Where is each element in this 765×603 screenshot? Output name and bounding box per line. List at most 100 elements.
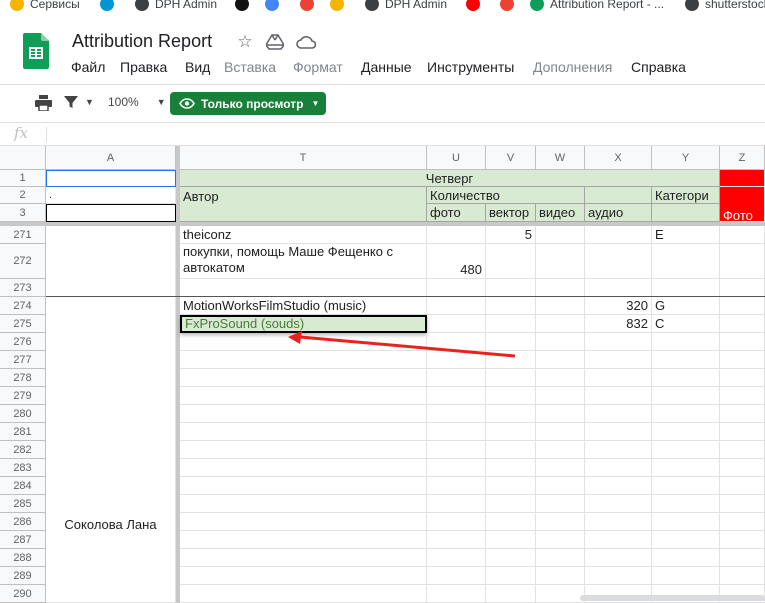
cell-t275[interactable]: FxProSound (souds) (180, 315, 427, 333)
cell-u287[interactable] (427, 531, 486, 549)
cell-y282[interactable] (652, 441, 720, 459)
cell-t287[interactable] (180, 531, 427, 549)
cell-z277[interactable] (720, 351, 765, 369)
column-header-t[interactable]: T (180, 146, 427, 170)
cell-z279[interactable] (720, 387, 765, 405)
cell-w287[interactable] (536, 531, 585, 549)
cell-x287[interactable] (585, 531, 652, 549)
row-header-1[interactable]: 1 (0, 170, 46, 187)
cell-z280[interactable] (720, 405, 765, 423)
cell-u283[interactable] (427, 459, 486, 477)
cell-z287[interactable] (720, 531, 765, 549)
cell-w271[interactable] (536, 226, 585, 244)
cell-v283[interactable] (486, 459, 536, 477)
header-day-cell[interactable]: Четверг (180, 170, 720, 187)
cell-v290[interactable] (486, 585, 536, 603)
menu-item-3[interactable]: Вставка (224, 59, 276, 75)
header-audio-cell[interactable]: аудио (585, 204, 652, 222)
cell-z271[interactable] (720, 226, 765, 244)
cell-v287[interactable] (486, 531, 536, 549)
menu-item-6[interactable]: Инструменты (427, 59, 514, 75)
cell-u276[interactable] (427, 333, 486, 351)
cell-z1[interactable] (720, 170, 765, 187)
cell-x274[interactable]: 320 (585, 297, 652, 315)
column-header-a[interactable]: A (46, 146, 176, 170)
row-header-290[interactable]: 290 (0, 585, 46, 603)
header-quantity-cell[interactable]: Количество (427, 187, 585, 204)
cell-v280[interactable] (486, 405, 536, 423)
cell-x280[interactable] (585, 405, 652, 423)
row-header-280[interactable]: 280 (0, 405, 46, 423)
cell-t285[interactable] (180, 495, 427, 513)
cell-v277[interactable] (486, 351, 536, 369)
cell-v288[interactable] (486, 549, 536, 567)
bookmark-item[interactable]: DPH Admin (365, 0, 447, 12)
row-header-282[interactable]: 282 (0, 441, 46, 459)
cell-y283[interactable] (652, 459, 720, 477)
header-vector-cell[interactable]: вектор (486, 204, 536, 222)
cell-t273[interactable] (180, 279, 427, 297)
cell-y277[interactable] (652, 351, 720, 369)
column-header-x[interactable]: X (585, 146, 652, 170)
merged-cell-a274[interactable]: Соколова Лана (46, 297, 176, 603)
menu-item-8[interactable]: Справка (631, 59, 686, 75)
bookmark-item[interactable] (100, 0, 120, 12)
header-photo-cell[interactable]: фото (427, 204, 486, 222)
cell-u284[interactable] (427, 477, 486, 495)
cell-w272[interactable] (536, 244, 585, 279)
cell-u278[interactable] (427, 369, 486, 387)
cell-t289[interactable] (180, 567, 427, 585)
cell-x271[interactable] (585, 226, 652, 244)
column-header-w[interactable]: W (536, 146, 585, 170)
cell-z274[interactable] (720, 297, 765, 315)
cell-t276[interactable] (180, 333, 427, 351)
cell-a2[interactable]: . (46, 187, 176, 204)
cell-t281[interactable] (180, 423, 427, 441)
cell-y279[interactable] (652, 387, 720, 405)
cell-z281[interactable] (720, 423, 765, 441)
cell-x285[interactable] (585, 495, 652, 513)
drive-icon[interactable] (265, 33, 285, 51)
cell-y288[interactable] (652, 549, 720, 567)
cell-w274[interactable] (536, 297, 585, 315)
cell-w286[interactable] (536, 513, 585, 531)
row-header-278[interactable]: 278 (0, 369, 46, 387)
cell-x283[interactable] (585, 459, 652, 477)
cell-t290[interactable] (180, 585, 427, 603)
cell-y278[interactable] (652, 369, 720, 387)
cell-t277[interactable] (180, 351, 427, 369)
cell-w276[interactable] (536, 333, 585, 351)
menu-item-0[interactable]: Файл (71, 59, 105, 75)
cell-w288[interactable] (536, 549, 585, 567)
cell-v274[interactable] (486, 297, 536, 315)
cell-y272[interactable] (652, 244, 720, 279)
row-header-275[interactable]: 275 (0, 315, 46, 333)
cloud-status-icon[interactable] (296, 33, 316, 51)
row-header-273[interactable]: 273 (0, 279, 46, 297)
row-header-288[interactable]: 288 (0, 549, 46, 567)
row-header-3[interactable]: 3 (0, 204, 46, 222)
select-all-corner[interactable] (0, 146, 46, 170)
row-header-2[interactable]: 2 (0, 187, 46, 204)
bookmark-item[interactable] (235, 0, 255, 12)
bookmark-item[interactable]: Attribution Report - ... (530, 0, 664, 12)
filter-icon[interactable]: ▼ (64, 95, 94, 109)
column-header-z[interactable]: Z (720, 146, 765, 170)
cell-x277[interactable] (585, 351, 652, 369)
row-header-287[interactable]: 287 (0, 531, 46, 549)
bookmark-item[interactable] (330, 0, 350, 12)
column-header-y[interactable]: Y (652, 146, 720, 170)
cell-w284[interactable] (536, 477, 585, 495)
cell-z288[interactable] (720, 549, 765, 567)
cell-u275[interactable] (427, 315, 486, 333)
menu-item-2[interactable]: Вид (185, 59, 210, 75)
cell-x2[interactable] (585, 187, 652, 204)
row-header-271[interactable]: 271 (0, 226, 46, 244)
sheets-logo-icon[interactable] (23, 33, 49, 69)
cell-x273[interactable] (585, 279, 652, 297)
menu-item-4[interactable]: Формат (293, 59, 343, 75)
cell-y284[interactable] (652, 477, 720, 495)
cell-u282[interactable] (427, 441, 486, 459)
cell-w283[interactable] (536, 459, 585, 477)
cell-a271-273[interactable] (46, 226, 176, 297)
